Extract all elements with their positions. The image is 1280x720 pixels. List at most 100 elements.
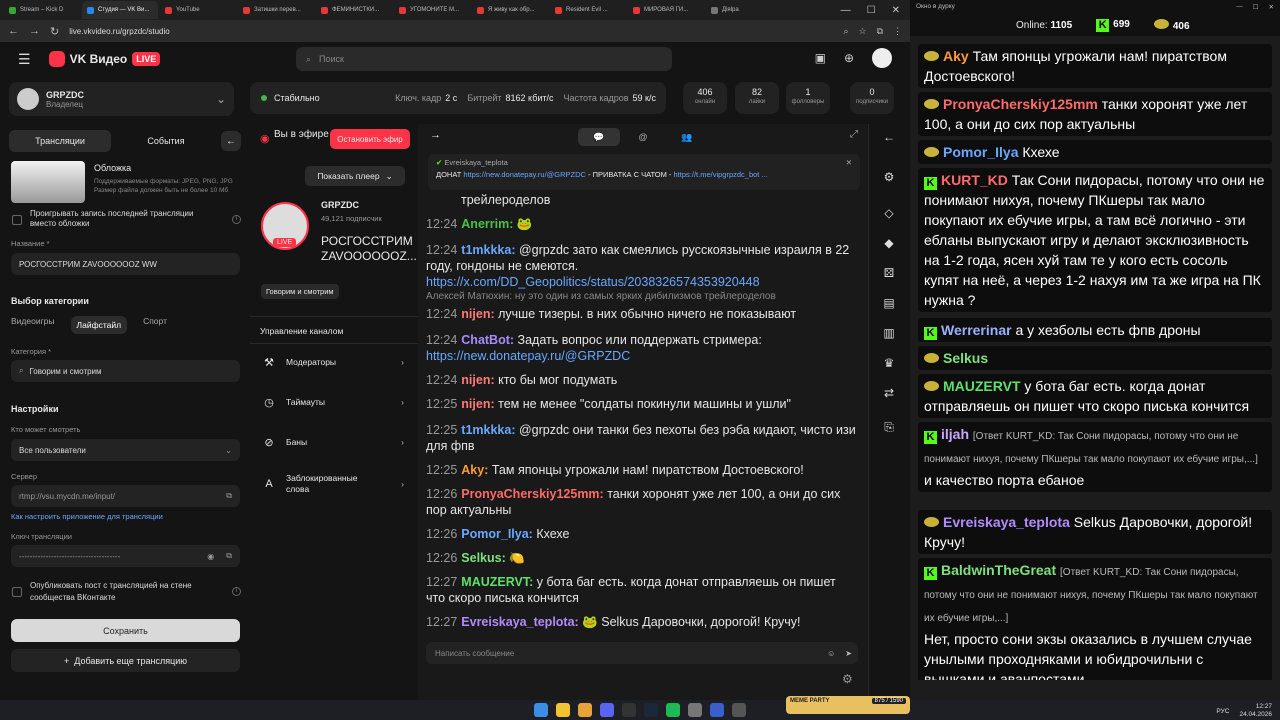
folder-icon[interactable] <box>578 703 592 717</box>
chat-username[interactable]: Anerrim: <box>461 217 513 231</box>
channel-selector[interactable]: GRPZDC Владелец ⌄ <box>9 82 234 116</box>
search-input[interactable]: ⌕ Поиск <box>296 47 672 71</box>
windows-start-icon[interactable] <box>534 703 548 717</box>
dice-icon[interactable]: ⚄ <box>880 266 898 284</box>
swap-icon[interactable]: ⇄ <box>880 386 898 404</box>
chat-username[interactable]: Aky: <box>461 463 488 477</box>
list-icon[interactable]: ▤ <box>880 296 898 314</box>
forward-icon[interactable]: → <box>29 25 40 37</box>
tab-mentions-icon[interactable]: @ <box>622 128 664 146</box>
chat-username[interactable]: nijen: <box>461 373 494 387</box>
add-icon[interactable]: ⊕ <box>844 51 854 65</box>
show-player-button[interactable]: Показать плеер ⌄ <box>305 166 405 186</box>
chat-username[interactable]: nijen: <box>461 397 494 411</box>
app-icon[interactable] <box>688 703 702 717</box>
server-field[interactable]: rtmp://vsu.mycdn.me/input/ ⧉ <box>11 485 240 507</box>
copy-icon[interactable]: ⧉ <box>226 551 232 561</box>
browser-tab[interactable]: УГОМОНИТЕ М... <box>394 1 470 19</box>
stats-icon[interactable]: ▥ <box>880 326 898 344</box>
avatar[interactable] <box>872 48 892 68</box>
chat-link[interactable]: https://x.com/DD_Geopolitics/status/2038… <box>426 275 760 289</box>
link-icon[interactable]: ⎘ <box>880 420 898 438</box>
trophy-icon[interactable]: ♛ <box>880 356 898 374</box>
cover-thumbnail[interactable] <box>11 161 85 203</box>
maximize-icon[interactable]: ☐ <box>1253 3 1259 11</box>
pin-icon[interactable]: ⤢ <box>850 129 858 140</box>
cat-lifestyle[interactable]: Лайфстайл <box>70 316 128 334</box>
row-blocked-words[interactable]: A Заблокированные слова › <box>250 464 410 504</box>
send-icon[interactable]: ➤ <box>845 649 852 658</box>
browser-tab[interactable]: ФЕМИНИСТКИ... <box>316 1 392 19</box>
pinned-link[interactable]: https://t.me/vipgrpzdc_bot ... <box>674 170 768 179</box>
minimize-icon[interactable]: — <box>841 5 851 16</box>
extensions-icon[interactable]: ⧉ <box>877 26 883 37</box>
howto-link[interactable]: Как настроить приложение для трансляции <box>11 512 163 521</box>
row-moderators[interactable]: ⚒ Модераторы › <box>250 342 410 382</box>
app-icon[interactable] <box>732 703 746 717</box>
chat-username[interactable]: PronyaCherskiy125mm: <box>461 487 603 501</box>
row-bans[interactable]: ⊘ Баны › <box>250 422 410 462</box>
spotify-icon[interactable] <box>666 703 680 717</box>
emoji-icon[interactable]: ☺ <box>827 649 835 658</box>
steam-icon[interactable] <box>644 703 658 717</box>
meme-party-widget[interactable]: MEME PARTY 875 / 1590 <box>786 696 910 714</box>
close-icon[interactable]: ✕ <box>846 158 852 167</box>
language-indicator[interactable]: РУС <box>1216 708 1229 715</box>
eye-icon[interactable]: ◉ <box>207 552 214 561</box>
browser-tab[interactable]: МИРОВАЯ ГИ... <box>628 1 704 19</box>
chat-username[interactable]: t1mkkka: <box>461 243 515 257</box>
settings-gear-icon[interactable]: ⚙ <box>842 672 853 686</box>
zoom-icon[interactable]: ⌕ <box>843 26 848 37</box>
reload-icon[interactable]: ↻ <box>50 25 59 38</box>
tab-events[interactable]: События <box>115 130 217 152</box>
publish-checkbox[interactable] <box>12 587 22 597</box>
diamond-icon[interactable]: ◇ <box>880 206 898 224</box>
close-icon[interactable]: ✕ <box>1269 3 1274 11</box>
save-button[interactable]: Сохранить <box>11 619 240 642</box>
back-arrow-icon[interactable]: ← <box>880 130 898 148</box>
close-icon[interactable]: ✕ <box>892 5 900 16</box>
cat-sport[interactable]: Спорт <box>143 316 167 334</box>
info-icon[interactable]: i <box>232 215 241 224</box>
tab-broadcasts[interactable]: Трансляции <box>9 130 111 152</box>
collapse-arrow-icon[interactable]: ← <box>221 131 241 151</box>
app-icon[interactable] <box>710 703 724 717</box>
browser-tab[interactable]: Stream – Kick D <box>4 1 80 19</box>
chat-username[interactable]: nijen: <box>461 307 494 321</box>
play-last-checkbox[interactable] <box>12 215 22 225</box>
bookmark-star-icon[interactable]: ☆ <box>858 26 866 37</box>
browser-tab[interactable]: Діяlра <box>706 1 782 19</box>
chat-link[interactable]: https://new.donatepay.ru/@GRPZDC <box>426 349 630 363</box>
gem-icon[interactable]: ◆ <box>880 236 898 254</box>
expand-arrow-icon[interactable]: → <box>430 129 441 141</box>
back-icon[interactable]: ← <box>8 25 19 37</box>
chat-username[interactable]: t1mkkka: <box>461 423 515 437</box>
category-input[interactable]: ⌕ Говорим и смотрим <box>11 360 240 382</box>
stream-key-field[interactable]: -------------------------------------- ◉… <box>11 545 240 567</box>
stop-stream-button[interactable]: Остановить эфир <box>330 129 410 149</box>
maximize-icon[interactable]: ☐ <box>867 5 876 16</box>
chat-username[interactable]: Selkus: <box>461 551 505 565</box>
copy-icon[interactable]: ⧉ <box>226 491 232 501</box>
tab-chat-icon[interactable]: 💬 <box>578 128 620 146</box>
cat-videogames[interactable]: Видеоигры <box>11 316 55 334</box>
title-input[interactable]: РОСГОССТРИМ ZAVOOOOOOZ WW <box>11 253 240 275</box>
chat-username[interactable]: Evreiskaya_teplota: <box>461 615 578 629</box>
tab-users-icon[interactable]: 👥 <box>666 128 708 146</box>
browser-tab[interactable]: YouTube <box>160 1 236 19</box>
browser-tab[interactable]: Resident Evil ... <box>550 1 626 19</box>
info-icon[interactable]: i <box>232 587 241 596</box>
row-timeouts[interactable]: ◷ Таймауты › <box>250 382 410 422</box>
menu-icon[interactable]: ☰ <box>18 51 31 68</box>
browser-tab[interactable]: Студия — VK Ви... <box>82 1 158 19</box>
chrome-icon[interactable] <box>556 703 570 717</box>
add-broadcast-button[interactable]: + Добавить еще трансляцию <box>11 649 240 672</box>
obs-icon[interactable] <box>622 703 636 717</box>
menu-dots-icon[interactable]: ⋮ <box>893 26 902 37</box>
chat-username[interactable]: Pomor_Ilya: <box>461 527 533 541</box>
url-field[interactable]: live.vkvideo.ru/grpzdc/studio <box>69 27 833 36</box>
chat-username[interactable]: MAUZERVT: <box>461 575 533 589</box>
gear-icon[interactable]: ⚙ <box>880 170 898 188</box>
browser-tab[interactable]: Я живу как обр... <box>472 1 548 19</box>
chat-username[interactable]: ChatBot: <box>461 333 514 347</box>
